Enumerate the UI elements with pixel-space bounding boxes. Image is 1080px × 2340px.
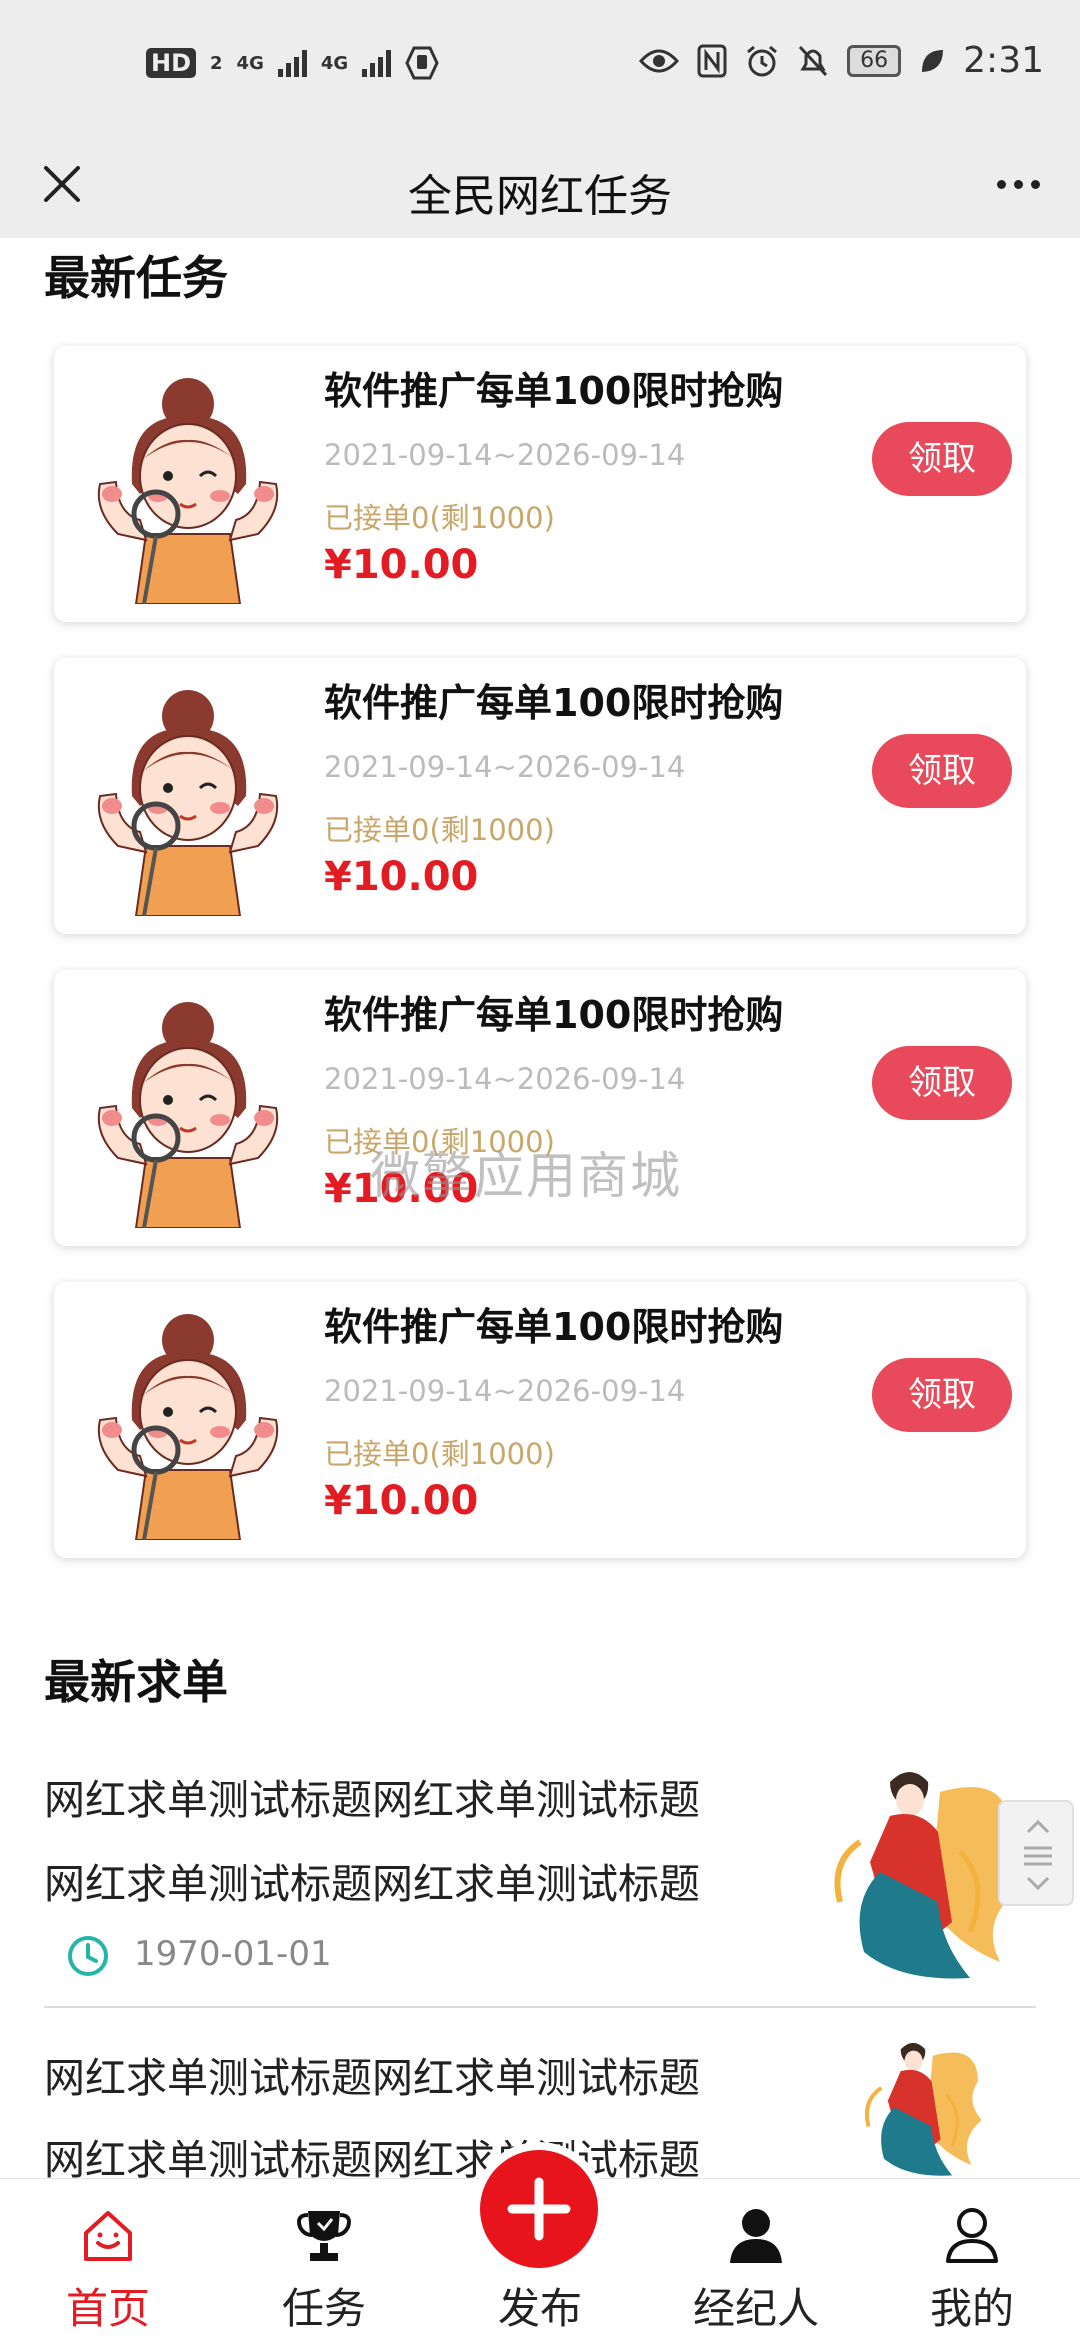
battery-indicator: 66	[847, 44, 902, 77]
request-title-line: 网红求单测试标题网红求单测试标题	[44, 2054, 700, 2102]
task-date-range: 2021-09-14~2026-09-14	[324, 438, 686, 472]
hd-indicator: HD	[146, 48, 197, 78]
task-illustration	[88, 1300, 288, 1540]
nav-label: 经纪人	[692, 2284, 819, 2333]
plus-icon	[507, 2177, 571, 2241]
drag-handle-icon	[1024, 1819, 1052, 1891]
leaf-icon	[922, 49, 944, 72]
task-title: 软件推广每单100限时抢购	[324, 1305, 784, 1349]
task-title: 软件推广每单100限时抢购	[324, 369, 784, 413]
task-taken-count: 已接单0(剩1000)	[324, 501, 555, 535]
claim-button[interactable]: 领取	[872, 1046, 1012, 1120]
mute-bell-icon	[799, 45, 828, 76]
nav-label: 我的	[929, 2284, 1014, 2333]
more-dot-icon	[1013, 179, 1023, 189]
task-card[interactable]: 软件推广每单100限时抢购 2021-09-14~2026-09-14 已接单0…	[54, 346, 1026, 622]
task-title: 软件推广每单100限时抢购	[324, 681, 784, 725]
user-outline-icon	[946, 2208, 998, 2263]
nfc-icon	[697, 44, 727, 77]
eye-icon	[639, 49, 680, 72]
latest-tasks-heading: 最新任务	[44, 251, 228, 305]
network-4g-2: 4G	[320, 52, 349, 74]
alarm-icon	[747, 45, 778, 76]
hd-sub-indicator: 2	[210, 52, 223, 74]
divider	[44, 2006, 1036, 2008]
task-price: ¥10.00	[324, 854, 479, 900]
title-bar: 全民网红任务	[0, 134, 1080, 238]
nav-item-tasks[interactable]: 任务	[216, 2179, 432, 2340]
hand-icon	[405, 46, 439, 80]
task-illustration	[88, 676, 288, 916]
nav-label: 发布	[497, 2284, 582, 2333]
claim-button[interactable]: 领取	[872, 422, 1012, 496]
latest-requests-heading: 最新求单	[44, 1655, 228, 1709]
request-title-line: 网红求单测试标题网红求单测试标题	[44, 2136, 700, 2184]
page-title: 全民网红任务	[408, 171, 672, 222]
task-date-range: 2021-09-14~2026-09-14	[324, 750, 686, 784]
task-price: ¥10.00	[324, 542, 479, 588]
claim-button[interactable]: 领取	[872, 1358, 1012, 1432]
task-illustration	[88, 988, 288, 1228]
request-illustration	[820, 2030, 1020, 2178]
request-title-line: 网红求单测试标题网红求单测试标题	[44, 1860, 700, 1908]
nav-item-mine[interactable]: 我的	[864, 2179, 1080, 2340]
task-title: 软件推广每单100限时抢购	[324, 993, 784, 1037]
more-dot-icon	[996, 179, 1006, 189]
request-date: 1970-01-01	[134, 1934, 332, 1974]
status-left: HD 2 4G 4G	[146, 46, 439, 80]
more-dot-icon	[1030, 179, 1040, 189]
request-title-line: 网红求单测试标题网红求单测试标题	[44, 1776, 700, 1824]
scroll-handle[interactable]	[998, 1800, 1074, 1906]
signal-icon	[277, 49, 307, 77]
clock-time: 2:31	[963, 40, 1044, 81]
task-date-range: 2021-09-14~2026-09-14	[324, 1374, 686, 1408]
claim-button[interactable]: 领取	[872, 734, 1012, 808]
nav-item-home[interactable]: 首页	[0, 2179, 216, 2340]
status-right: 66 2:31	[639, 40, 1044, 81]
person-icon	[730, 2209, 782, 2263]
watermark: 微擎应用商城	[370, 1147, 682, 1205]
task-card[interactable]: 软件推广每单100限时抢购 2021-09-14~2026-09-14 已接单0…	[54, 1282, 1026, 1558]
task-illustration	[88, 364, 288, 604]
task-card[interactable]: 软件推广每单100限时抢购 2021-09-14~2026-09-14 已接单0…	[54, 658, 1026, 934]
signal-icon-2	[362, 49, 392, 77]
status-bar: HD 2 4G 4G 66 2:31	[0, 0, 1080, 134]
home-icon	[84, 2211, 132, 2261]
nav-label: 任务	[281, 2284, 366, 2333]
clock-icon	[68, 1936, 108, 1976]
task-price: ¥10.00	[324, 1478, 479, 1524]
task-taken-count: 已接单0(剩1000)	[324, 813, 555, 847]
task-taken-count: 已接单0(剩1000)	[324, 1437, 555, 1471]
nav-label: 首页	[65, 2284, 150, 2333]
trophy-icon	[297, 2211, 351, 2261]
nav-item-agent[interactable]: 经纪人	[648, 2179, 864, 2340]
request-illustration	[820, 1752, 1020, 1982]
task-date-range: 2021-09-14~2026-09-14	[324, 1062, 686, 1096]
network-4g-1: 4G	[236, 52, 264, 74]
more-options-button[interactable]	[982, 152, 1054, 216]
publish-button[interactable]	[480, 2150, 598, 2268]
